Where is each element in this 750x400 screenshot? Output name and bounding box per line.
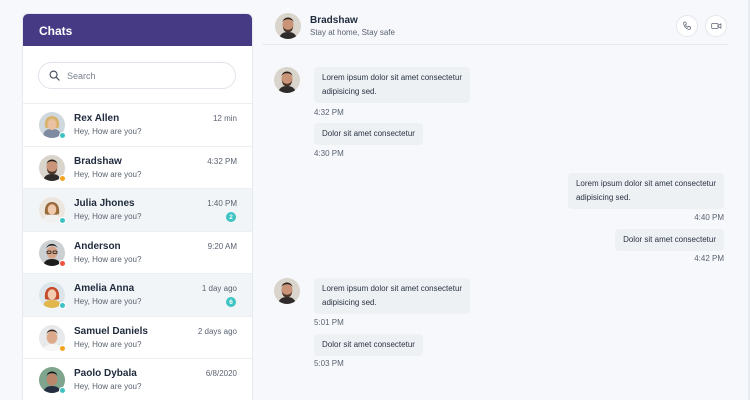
chat-name: Amelia Anna — [74, 283, 135, 294]
message-text: Lorem ipsum dolor sit amet consectetur — [322, 284, 463, 293]
incoming-message: Dolor sit amet consectetur — [314, 123, 423, 145]
message-time: 4:40 PM — [694, 213, 724, 222]
message-avatar — [274, 278, 300, 304]
message-time: 4:32 PM — [314, 108, 344, 117]
chat-time: 12 min — [212, 114, 237, 123]
search-icon — [49, 70, 60, 81]
chat-list: Rex Allen Hey, How are you? 12 min Brads… — [23, 104, 252, 400]
contact-name: Bradshaw — [310, 15, 358, 26]
chat-time: 9:20 AM — [207, 241, 237, 251]
chat-preview: Hey, How are you? — [74, 254, 142, 264]
chat-name: Samuel Daniels — [74, 325, 148, 337]
chat-list-item[interactable]: Julia Jhones Hey, How are you? 1:40 PM 2 — [23, 189, 252, 232]
call-button[interactable] — [676, 15, 698, 37]
conversation-header: Bradshaw Stay at home, Stay safe — [262, 0, 728, 45]
incoming-message: Lorem ipsum dolor sit amet consectetur ad… — [314, 278, 471, 314]
message-text: Dolor sit amet consectetur — [322, 340, 415, 349]
chat-list-item[interactable]: Amelia Anna Hey, How are you? 1 day ago … — [23, 274, 252, 317]
chat-time: 1:40 PM — [207, 199, 237, 208]
chat-name: Bradshaw — [74, 155, 122, 167]
chat-preview: Hey, How are you? — [74, 169, 142, 179]
incoming-message: Dolor sit amet consectetur — [314, 334, 423, 356]
chat-time: 1 day ago — [201, 284, 237, 293]
phone-icon — [683, 21, 691, 30]
chat-list-item[interactable]: Rex Allen Hey, How are you? 12 min — [23, 104, 252, 147]
chat-name: Julia Jhones — [74, 198, 135, 209]
chat-list-item[interactable]: Samuel Daniels Hey, How are you? 2 days … — [23, 317, 252, 359]
message-text: Lorem ipsum dolor sit amet consectetur — [575, 179, 716, 188]
avatar — [39, 325, 66, 352]
message-text: adipisicing sed. — [322, 298, 377, 307]
contact-status: Stay at home, Stay safe — [310, 28, 395, 37]
chat-preview: Hey, How are you? — [74, 212, 142, 221]
avatar[interactable] — [275, 13, 301, 39]
outgoing-message: Dolor sit amet consectetur — [615, 229, 724, 251]
message-text: adipisicing sed. — [322, 87, 377, 96]
status-dot — [59, 174, 66, 182]
chat-sidebar: Chats Rex Allen Hey, How are you? 12 min… — [22, 13, 253, 400]
search-box[interactable] — [38, 62, 236, 89]
message-time: 4:42 PM — [694, 254, 724, 263]
avatar — [39, 155, 66, 182]
message-text: adipisicing sed. — [575, 193, 631, 202]
message-time: 5:03 PM — [314, 359, 344, 368]
message-avatar — [274, 67, 300, 93]
video-call-button[interactable] — [705, 15, 727, 37]
chat-time: 4:32 PM — [207, 156, 237, 166]
chat-preview: Hey, How are you? — [74, 382, 142, 391]
unread-badge: 6 — [226, 297, 236, 307]
search-container — [23, 46, 252, 104]
avatar — [39, 240, 66, 267]
message-text: Dolor sit amet consectetur — [623, 235, 716, 244]
chat-name: Rex Allen — [74, 113, 120, 124]
message-time: 5:01 PM — [314, 318, 344, 327]
status-dot — [59, 302, 66, 309]
chat-preview: Hey, How are you? — [74, 297, 142, 306]
status-dot — [59, 344, 66, 352]
status-dot — [59, 132, 66, 139]
avatar — [39, 197, 66, 224]
chat-list-item[interactable]: Anderson Hey, How are you? 9:20 AM — [23, 232, 252, 274]
chat-time: 6/8/2020 — [205, 369, 237, 378]
video-icon — [710, 23, 721, 29]
avatar — [39, 367, 66, 394]
chat-preview: Hey, How are you? — [74, 339, 142, 349]
chat-time: 2 days ago — [197, 326, 237, 336]
status-dot — [59, 387, 66, 394]
status-dot — [59, 259, 66, 267]
search-input[interactable] — [67, 70, 217, 81]
message-text: Lorem ipsum dolor sit amet consectetur — [322, 73, 463, 82]
chat-name: Paolo Dybala — [74, 368, 137, 379]
message-time: 4:30 PM — [314, 149, 344, 158]
unread-badge: 2 — [226, 212, 236, 222]
avatar — [39, 282, 66, 309]
status-dot — [59, 217, 66, 224]
outgoing-message: Lorem ipsum dolor sit amet consectetur ad… — [567, 173, 724, 209]
incoming-message: Lorem ipsum dolor sit amet consectetur ad… — [314, 67, 471, 103]
sidebar-title: Chats — [23, 14, 252, 46]
chat-list-item[interactable]: Bradshaw Hey, How are you? 4:32 PM — [23, 147, 252, 189]
chat-preview: Hey, How are you? — [74, 127, 142, 136]
avatar — [39, 112, 66, 139]
chat-list-item[interactable]: Paolo Dybala Hey, How are you? 6/8/2020 — [23, 359, 252, 400]
chat-name: Anderson — [74, 240, 121, 252]
message-text: Dolor sit amet consectetur — [322, 129, 415, 138]
